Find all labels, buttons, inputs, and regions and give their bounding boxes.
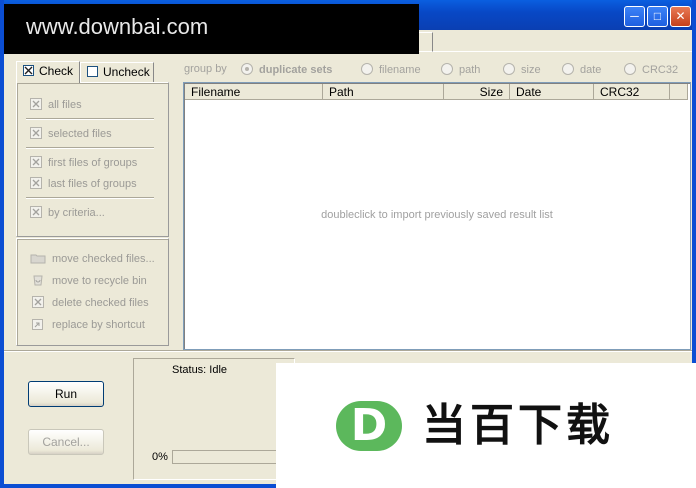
group-by-label: group by — [184, 63, 227, 75]
delete-checked-files[interactable]: delete checked files — [30, 295, 149, 311]
check-last-files[interactable]: last files of groups — [30, 176, 137, 192]
delete-icon — [32, 296, 44, 308]
radio-size[interactable]: size — [503, 63, 541, 76]
close-button[interactable]: ✕ — [670, 6, 691, 27]
run-button[interactable]: Run — [28, 381, 104, 407]
column-header-path[interactable]: Path — [323, 84, 444, 100]
radio-selected-icon — [241, 63, 253, 75]
cancel-button[interactable]: Cancel... — [28, 429, 104, 455]
progress-label: 0% — [152, 451, 168, 463]
radio-path[interactable]: path — [441, 63, 480, 76]
move-checked-files[interactable]: move checked files... — [30, 251, 155, 267]
minimize-button[interactable]: ─ — [624, 6, 645, 27]
window-border-left — [0, 0, 4, 488]
checkbox-icon — [30, 127, 42, 139]
maximize-icon: □ — [653, 9, 662, 23]
column-header-filler — [670, 84, 688, 100]
radio-icon — [503, 63, 515, 75]
checkbox-checked-icon — [23, 65, 34, 76]
minimize-icon: ─ — [630, 9, 639, 23]
radio-filename-label: filename — [379, 64, 421, 76]
column-date-label: Date — [516, 85, 542, 99]
checkbox-icon — [30, 98, 42, 110]
checkbox-icon — [30, 156, 42, 168]
tab-uncheck[interactable]: Uncheck — [80, 62, 154, 82]
check-selected-files[interactable]: selected files — [30, 126, 112, 142]
move-to-recycle-bin[interactable]: move to recycle bin — [30, 273, 147, 289]
radio-duplicate-sets-label: duplicate sets — [259, 64, 333, 76]
radio-icon — [441, 63, 453, 75]
bottom-divider — [4, 350, 692, 352]
group-by-text: group by — [184, 63, 227, 75]
checkbox-empty-icon — [87, 66, 98, 77]
column-header-date[interactable]: Date — [510, 84, 594, 100]
check-by-criteria-label: by criteria... — [48, 207, 105, 219]
column-filename-label: Filename — [191, 85, 241, 99]
checkbox-icon — [30, 177, 42, 189]
checkbox-icon — [30, 206, 42, 218]
status-text: Status: Idle — [172, 364, 228, 376]
watermark-text: www.downbai.com — [26, 14, 209, 39]
radio-crc32[interactable]: CRC32 — [624, 63, 678, 76]
recycle-bin-icon — [33, 275, 43, 286]
empty-list-hint: doubleclick to import previously saved r… — [321, 209, 553, 221]
radio-icon — [624, 63, 636, 75]
logo-mark: D — [336, 401, 402, 451]
watermark-banner: www.downbai.com — [4, 4, 419, 54]
logo-text: 当百下载 — [422, 400, 614, 451]
replace-by-shortcut[interactable]: replace by shortcut — [30, 317, 145, 333]
check-all-files-label: all files — [48, 99, 82, 111]
results-list[interactable]: Filename Path Size Date CRC32 doubleclic… — [183, 82, 691, 350]
replace-by-shortcut-label: replace by shortcut — [52, 319, 145, 331]
check-all-files[interactable]: all files — [30, 97, 82, 113]
radio-duplicate-sets[interactable]: duplicate sets — [241, 63, 332, 76]
check-by-criteria[interactable]: by criteria... — [30, 205, 105, 221]
cancel-button-label: Cancel... — [42, 435, 90, 449]
check-selected-files-label: selected files — [48, 128, 112, 140]
radio-icon — [562, 63, 574, 75]
progress-bar — [172, 450, 284, 464]
radio-crc32-label: CRC32 — [642, 64, 679, 76]
separator — [26, 147, 154, 149]
column-crc32-label: CRC32 — [600, 85, 640, 99]
check-last-files-label: last files of groups — [48, 178, 137, 190]
radio-path-label: path — [459, 64, 481, 76]
move-to-recycle-bin-label: move to recycle bin — [52, 275, 147, 287]
column-header-crc32[interactable]: CRC32 — [594, 84, 670, 100]
maximize-button[interactable]: □ — [647, 6, 668, 27]
delete-checked-files-label: delete checked files — [52, 297, 149, 309]
tab-check-label: Check — [39, 64, 74, 78]
separator — [26, 118, 154, 120]
move-checked-files-label: move checked files... — [52, 253, 155, 265]
radio-filename[interactable]: filename — [361, 63, 421, 76]
check-first-files[interactable]: first files of groups — [30, 155, 137, 171]
column-header-size[interactable]: Size — [444, 84, 510, 100]
run-button-label: Run — [54, 387, 77, 401]
logo-overlay: D 当百下载 — [276, 363, 696, 488]
radio-date-label: date — [580, 64, 602, 76]
radio-date[interactable]: date — [562, 63, 601, 76]
radio-size-label: size — [521, 64, 541, 76]
separator — [26, 197, 154, 199]
folder-move-icon — [30, 254, 46, 264]
column-path-label: Path — [329, 85, 354, 99]
column-size-label: Size — [479, 85, 503, 99]
radio-icon — [361, 63, 373, 75]
shortcut-icon — [32, 319, 43, 330]
close-icon: ✕ — [675, 9, 686, 23]
check-first-files-label: first files of groups — [48, 157, 138, 169]
column-header-filename[interactable]: Filename — [185, 84, 323, 100]
tab-uncheck-label: Uncheck — [103, 65, 150, 79]
tab-check[interactable]: Check — [16, 61, 80, 83]
